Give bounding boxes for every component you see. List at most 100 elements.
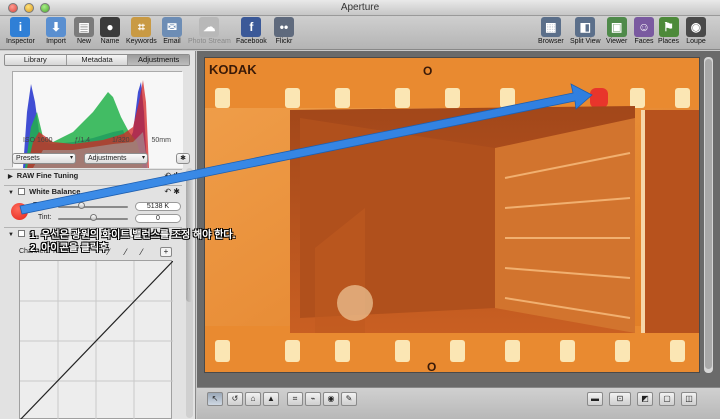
toolbar-places-button[interactable]: ⚑ Places [658, 17, 679, 45]
filmstrip-icon[interactable]: ⊡ [609, 392, 631, 406]
adjustments-select[interactable]: Adjustments ▾ [84, 153, 148, 164]
disclosure-right-icon: ▶ [8, 174, 13, 180]
browser-grid-icon: ▦ [540, 17, 561, 37]
rotate-tool-icon[interactable]: ↺ [227, 392, 243, 406]
toolbar-split-view-button[interactable]: ◧ Split View [570, 17, 601, 45]
toolbar-browser-button[interactable]: ▦ Browser [538, 17, 564, 45]
lift-tool-icon[interactable]: ▲ [263, 392, 279, 406]
film-frame-mark-top: O [423, 64, 433, 78]
single-view-icon[interactable]: ▢ [659, 392, 675, 406]
straighten-tool-icon[interactable]: ⌁ [305, 392, 321, 406]
stamp-tool-icon[interactable]: ⌂ [245, 392, 261, 406]
reset-gear-icons[interactable]: ↶ ✱ [164, 170, 180, 182]
presets-select[interactable]: Presets ▾ [12, 153, 76, 164]
curves-checkbox[interactable] [18, 230, 26, 237]
loupe-icon: ◉ [686, 17, 706, 37]
viewer-scrollbar-thumb[interactable] [705, 59, 712, 369]
toolbar-label: New [76, 38, 91, 45]
toolbar-keywords-button[interactable]: ⌗ Keywords [126, 17, 157, 45]
temp-slider-track[interactable] [58, 206, 128, 208]
toolbar-flickr-button[interactable]: •• Flickr [274, 17, 294, 45]
aperture-window: Aperture i Inspector ⬇ Import ▤ New ● Name ⌗ Keyw… [0, 0, 720, 419]
toolbar-label: Browser [538, 38, 564, 45]
white-balance-checkbox[interactable] [18, 188, 26, 195]
film-brand-label: KODAK [209, 62, 257, 77]
viewer-scrollbar[interactable] [704, 57, 713, 373]
toolbar-label: Faces [634, 38, 654, 45]
stack-view-icon[interactable]: ◩ [637, 392, 653, 406]
eyedropper-gray-icon[interactable]: ⁄ [125, 247, 127, 257]
split-view-small-icon[interactable]: ◫ [681, 392, 697, 406]
toolbar-photo-stream-button[interactable]: ☁ Photo Stream [188, 17, 231, 45]
fullscreen-icon[interactable]: ▬ [587, 392, 603, 406]
temp-label: Temp: [33, 202, 53, 209]
toolbar-label: Places [658, 38, 680, 45]
window-title: Aperture [340, 2, 380, 13]
film-photo[interactable]: KODAK O O [204, 57, 700, 373]
temp-slider-knob[interactable] [78, 202, 85, 209]
reset-gear-icons[interactable]: ↶ ✱ [164, 186, 180, 198]
red-eye-tool-icon[interactable]: ◉ [323, 392, 339, 406]
flickr-icon: •• [274, 17, 294, 37]
toolbar-label: Loupe [686, 38, 706, 45]
chevron-down-icon: ▾ [141, 155, 145, 161]
name-person-icon: ● [100, 17, 120, 37]
toolbar-label: Flickr [275, 38, 293, 45]
import-arrow-icon: ⬇ [46, 17, 66, 37]
split-view-icon: ◧ [575, 17, 596, 37]
exif-info: ISO 1600 ƒ/1.4 1/320 50mm [12, 137, 182, 147]
toolbar-new-button[interactable]: ▤ New [74, 17, 94, 45]
bottom-toolbar: ↖ ↺ ⌂ ▲ ⌗ ⌁ ◉ ✎ ▬ ⊡ ◩ ▢ ◫ [197, 387, 720, 419]
toolbar-facebook-button[interactable]: f Facebook [236, 17, 267, 45]
toolbar-label: Viewer [606, 38, 628, 45]
faces-icon: ☺ [634, 17, 654, 37]
eyedropper-white-icon[interactable]: ⁄ [141, 247, 143, 257]
white-balance-eyedropper-marker[interactable] [11, 203, 28, 220]
places-pin-icon: ⚑ [658, 17, 679, 37]
adjustments-gear-button[interactable]: ✱ [176, 153, 190, 164]
white-balance-section[interactable]: ▼ White Balance ↶ ✱ [4, 186, 182, 199]
exif-shutter: 1/320 [112, 137, 130, 144]
toolbar-email-button[interactable]: ✉ Email [162, 17, 182, 45]
add-point-button[interactable]: + [160, 247, 172, 257]
toolbar-label: Keywords [126, 38, 157, 45]
toolbar-loupe-button[interactable]: ◉ Loupe [686, 17, 706, 45]
raw-section-title: RAW Fine Tuning [16, 171, 79, 180]
main-viewer: KODAK O O [197, 51, 720, 387]
email-icon: ✉ [162, 17, 182, 37]
brush-tool-icon[interactable]: ✎ [341, 392, 357, 406]
adjustments-label: Adjustments [88, 155, 127, 162]
new-icon: ▤ [74, 17, 94, 37]
tab-library[interactable]: Library [5, 55, 67, 65]
curves-graph[interactable] [19, 260, 174, 419]
info-icon: i [10, 17, 31, 37]
toolbar-viewer-button[interactable]: ▣ Viewer [606, 17, 627, 45]
inspector-tabs: Library Metadata Adjustments [4, 54, 190, 66]
raw-fine-tuning-section[interactable]: ▶ RAW Fine Tuning ↶ ✱ [4, 170, 182, 183]
viewer-icon: ▣ [606, 17, 627, 37]
photo-stream-icon: ☁ [199, 17, 220, 37]
toolbar-inspector-button[interactable]: i Inspector [6, 17, 35, 45]
toolbar-label: Photo Stream [188, 38, 231, 45]
tint-slider-knob[interactable] [90, 214, 97, 221]
select-tool-icon[interactable]: ↖ [207, 392, 223, 406]
disclosure-down-icon: ▼ [8, 190, 14, 196]
toolbar-faces-button[interactable]: ☺ Faces [634, 17, 654, 45]
exif-iso: ISO 1600 [22, 137, 53, 144]
tab-adjustments[interactable]: Adjustments [128, 55, 189, 65]
facebook-icon: f [241, 17, 262, 37]
exif-focal: 50mm [151, 137, 171, 144]
inspector-scrollbar[interactable] [186, 168, 193, 418]
toolbar-label: Inspector [6, 38, 35, 45]
wb-section-title: White Balance [29, 187, 81, 196]
tab-metadata[interactable]: Metadata [66, 55, 129, 65]
disclosure-down-icon: ▼ [8, 232, 14, 238]
crop-tool-icon[interactable]: ⌗ [287, 392, 303, 406]
chevron-down-icon: ▾ [69, 155, 73, 161]
toolbar-import-button[interactable]: ⬇ Import [46, 17, 66, 45]
annotation-step-2: 2. 아이콘을 클릭후 [30, 243, 109, 254]
toolbar-name-button[interactable]: ● Name [100, 17, 120, 45]
tint-value-field[interactable]: 0 [135, 214, 181, 223]
temp-value-field[interactable]: 5138 K [135, 202, 181, 211]
toolbar-label: Email [163, 38, 181, 45]
